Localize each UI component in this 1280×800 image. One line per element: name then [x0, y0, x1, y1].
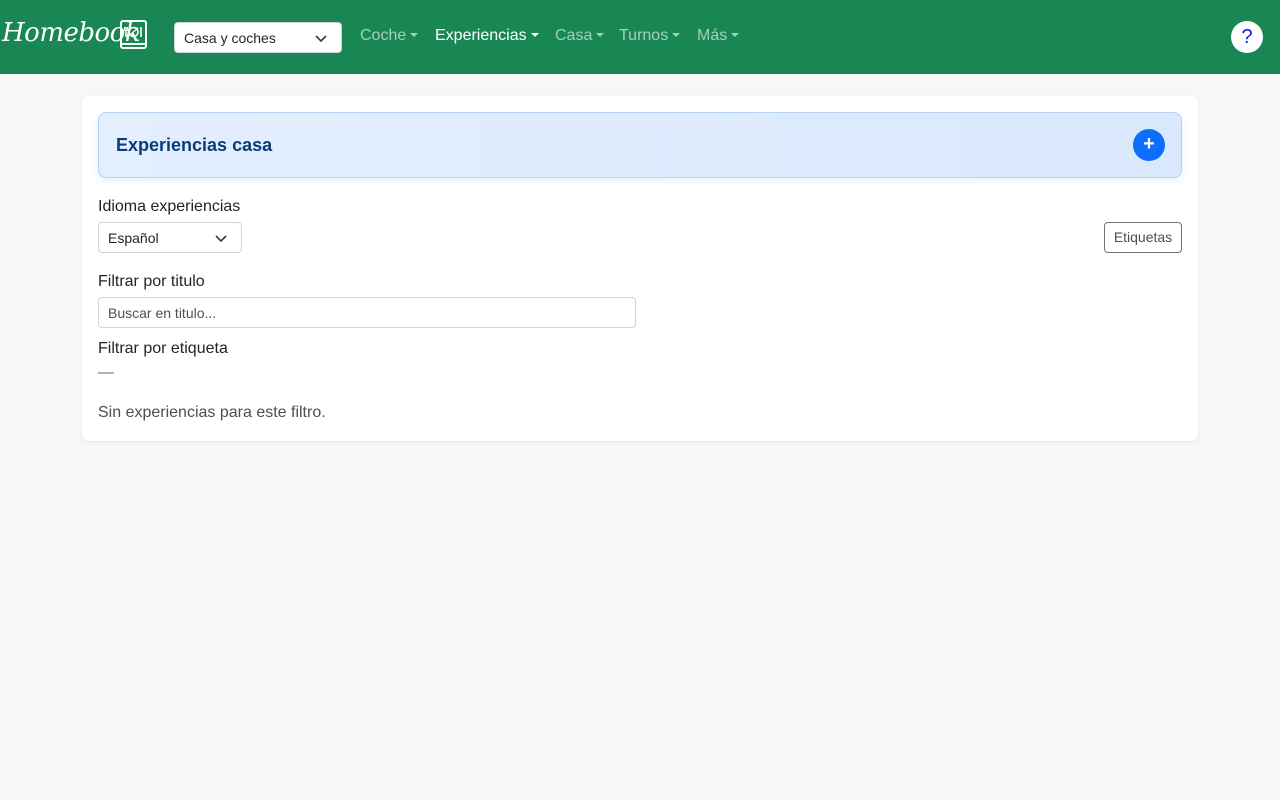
top-navbar: Homebook Casa y coches Coche Experiencia… — [0, 0, 1280, 74]
empty-state-message: Sin experiencias para este filtro. — [98, 404, 326, 421]
nav-menu-label: Casa — [555, 27, 593, 44]
dining-book-icon — [120, 20, 147, 49]
page-title: Experiencias casa — [116, 135, 273, 155]
nav-menu-mas[interactable]: Más — [697, 27, 740, 45]
tag-filter-label: Filtrar por etiqueta — [98, 340, 228, 357]
nav-menu-turnos[interactable]: Turnos — [619, 27, 681, 45]
language-select-value: Español — [108, 230, 159, 246]
language-label: Idioma experiencias — [98, 198, 241, 215]
tags-button[interactable]: Etiquetas — [1104, 222, 1182, 253]
nav-menu-experiencias[interactable]: Experiencias — [435, 27, 539, 45]
caret-down-icon — [731, 33, 740, 37]
card-header: Experiencias casa + — [98, 112, 1182, 178]
chevron-down-icon — [315, 35, 327, 43]
help-button[interactable]: ? — [1231, 21, 1263, 53]
language-select[interactable]: Español — [98, 222, 242, 253]
caret-down-icon — [410, 33, 419, 37]
title-search-input[interactable] — [98, 297, 636, 328]
nav-menu-coche[interactable]: Coche — [360, 27, 419, 45]
nav-menu-label: Coche — [360, 27, 407, 44]
nav-menu-label: Turnos — [619, 27, 669, 44]
add-experience-button[interactable]: + — [1133, 129, 1165, 161]
tag-filter-empty-value: — — [98, 364, 114, 381]
nav-menu-label: Experiencias — [435, 27, 527, 44]
chevron-down-icon — [215, 235, 227, 243]
caret-down-icon — [530, 33, 539, 37]
caret-down-icon — [672, 33, 681, 37]
title-filter-label: Filtrar por titulo — [98, 273, 205, 290]
nav-menu-casa[interactable]: Casa — [555, 27, 605, 45]
house-select[interactable]: Casa y coches — [174, 22, 342, 53]
nav-menu-label: Más — [697, 27, 728, 44]
caret-down-icon — [596, 33, 605, 37]
experiences-card: Experiencias casa + Idioma experiencias … — [82, 96, 1198, 441]
house-select-value: Casa y coches — [184, 30, 276, 46]
